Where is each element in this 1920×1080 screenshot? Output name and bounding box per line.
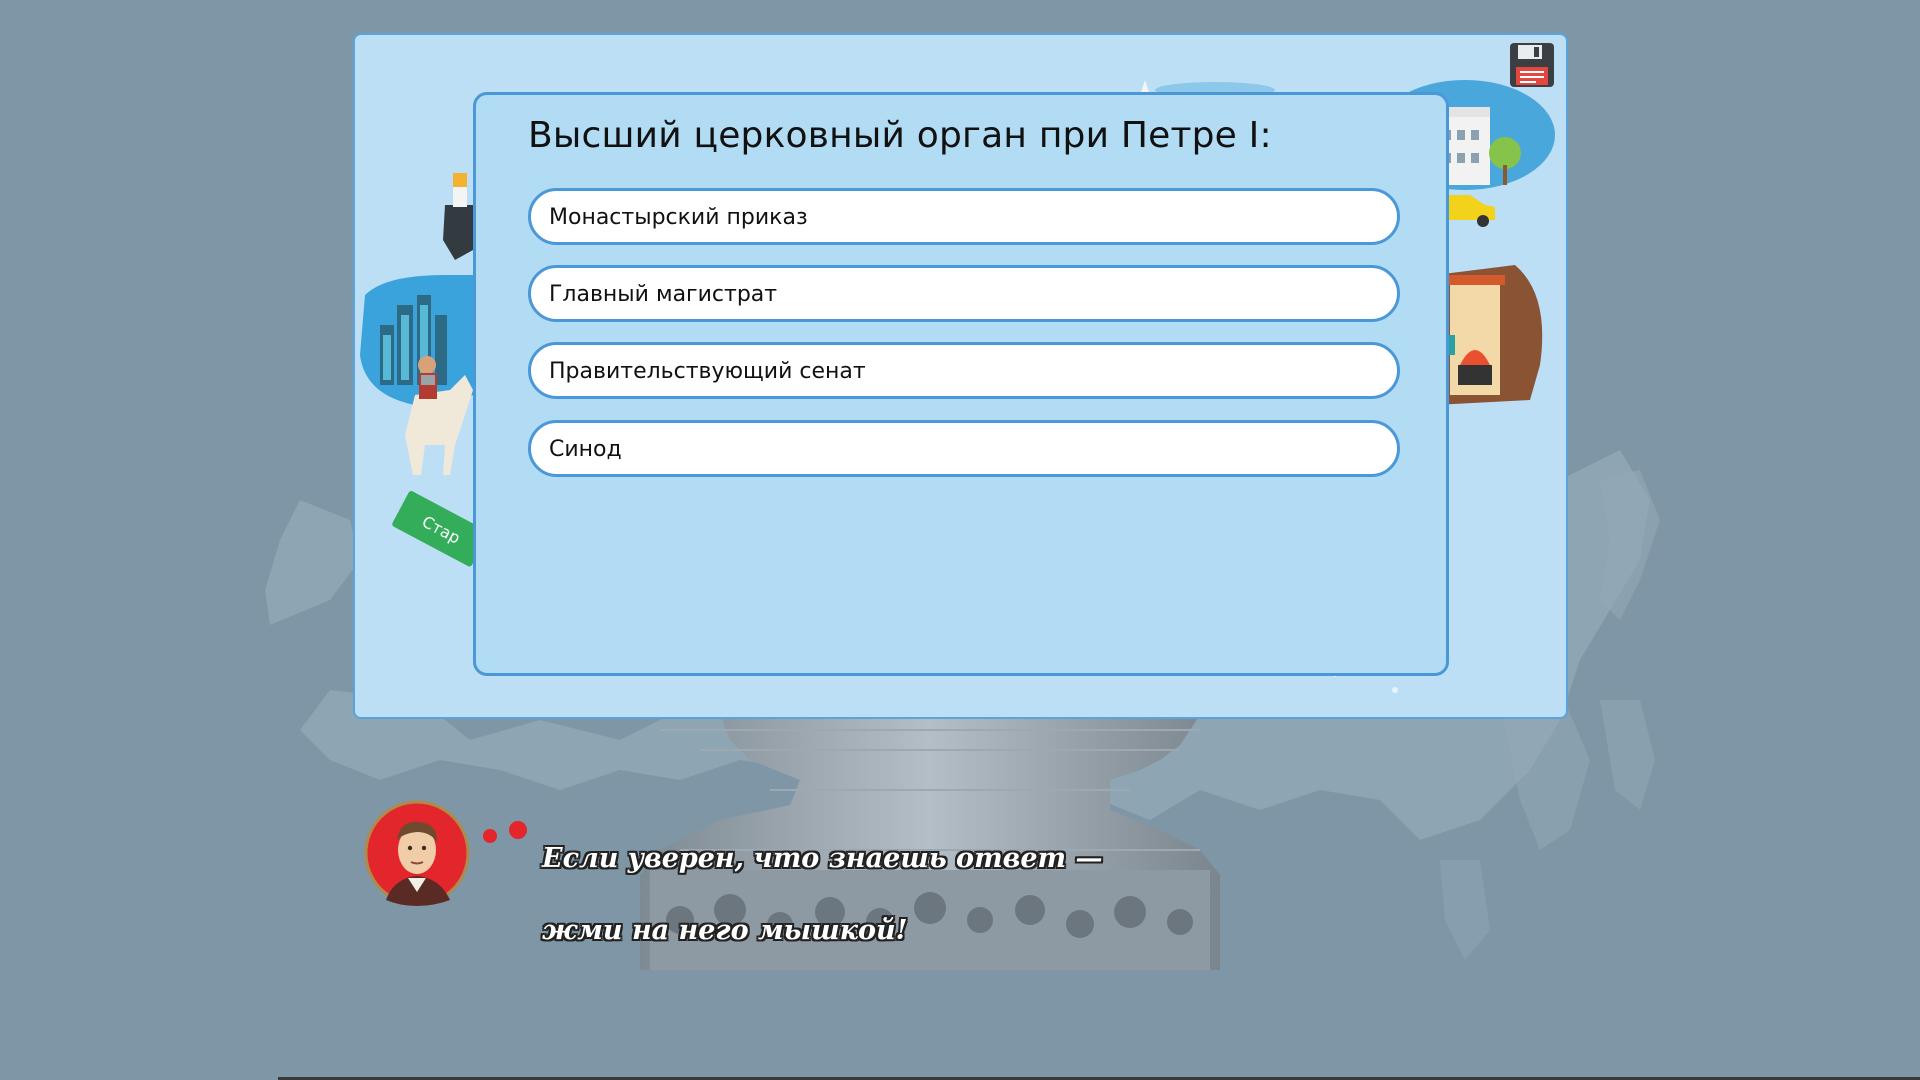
answer-option-label: Главный магистрат [549,282,778,307]
answer-option-3[interactable]: Правительствующий сенат [528,342,1400,399]
answer-option-1[interactable]: Монастырский приказ [528,188,1400,245]
question-card: Высший церковный орган при Петре I: Мона… [473,92,1449,676]
save-icon[interactable] [1508,41,1556,89]
answer-option-label: Монастырский приказ [549,205,808,230]
hint-line-1: Если уверен, что знаешь ответ — [542,843,1103,874]
speech-dots [483,821,527,843]
answer-option-label: Правительствующий сенат [549,359,866,384]
answer-option-label: Синод [549,437,622,462]
game-screen: Стар Высший церковный орган при Петре I:… [0,0,1920,1080]
question-text: Высший церковный орган при Петре I: [528,115,1272,156]
answer-option-4[interactable]: Синод [528,420,1400,477]
hint-line-2: жми на него мышкой! [542,915,908,946]
answer-option-2[interactable]: Главный магистрат [528,265,1400,322]
historian-portrait-icon [364,800,470,906]
hint-text: Если уверен, что знаешь ответ — жми на н… [542,805,1103,985]
